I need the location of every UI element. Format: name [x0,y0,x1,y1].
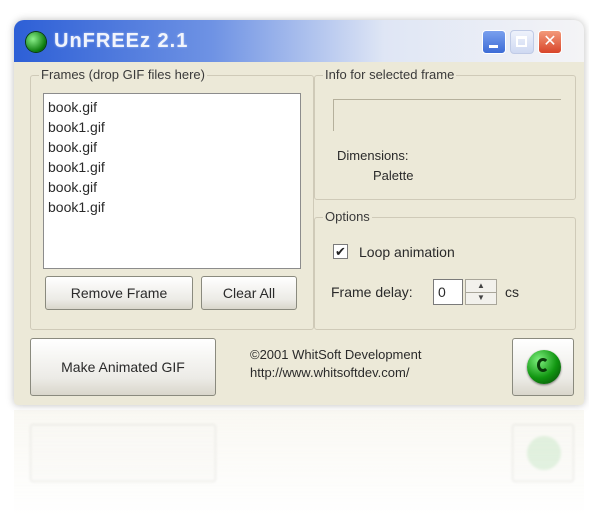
minimize-icon [489,45,498,48]
window-reflection [14,410,584,517]
remove-frame-button[interactable]: Remove Frame [45,276,193,310]
close-button[interactable]: ✕ [538,30,562,54]
list-item[interactable]: book.gif [48,97,296,117]
frame-delay-spinner[interactable]: ▲ ▼ [465,279,497,305]
make-animated-gif-button[interactable]: Make Animated GIF [30,338,216,396]
delay-unit-label: cs [505,284,519,300]
unfreez-window: UnFREEz 2.1 ✕ Frames (drop GIF files her… [14,20,584,405]
list-item[interactable]: book.gif [48,177,296,197]
go-icon [527,350,561,384]
maximize-button[interactable] [510,30,534,54]
frame-preview-area [333,99,561,131]
copyright-text: ©2001 WhitSoft Development http://www.wh… [250,346,421,382]
list-item[interactable]: book1.gif [48,117,296,137]
info-group: Info for selected frame Dimensions: Pale… [314,67,576,200]
options-group: Options ✔ Loop animation Frame delay: 0 … [314,209,576,330]
reflected-go-button [512,424,574,482]
reflected-make-button [30,424,216,482]
reflected-go-icon [527,436,561,470]
options-group-label: Options [323,209,372,224]
app-icon [26,32,46,52]
frames-listbox[interactable]: book.gif book1.gif book.gif book1.gif bo… [43,93,301,269]
dimensions-label: Dimensions: [337,148,409,163]
palette-label: Palette [373,168,414,183]
frame-delay-label: Frame delay: [331,284,413,300]
clear-all-button[interactable]: Clear All [201,276,297,310]
list-item[interactable]: book1.gif [48,157,296,177]
frames-group: Frames (drop GIF files here) book.gif bo… [30,67,314,330]
frames-group-label: Frames (drop GIF files here) [39,67,207,82]
spin-down-icon[interactable]: ▼ [466,292,496,304]
loop-animation-checkbox[interactable]: ✔ [333,244,348,259]
list-item[interactable]: book1.gif [48,197,296,217]
close-icon: ✕ [543,33,557,50]
list-item[interactable]: book.gif [48,137,296,157]
reflection-content [14,410,584,502]
go-button[interactable] [512,338,574,396]
info-group-label: Info for selected frame [323,67,457,82]
copyright-line: ©2001 WhitSoft Development [250,347,422,362]
loop-animation-label[interactable]: Loop animation [359,244,455,260]
frame-delay-input[interactable]: 0 [433,279,463,305]
window-title: UnFREEz 2.1 [54,30,189,52]
maximize-icon [516,36,527,47]
minimize-button[interactable] [482,30,506,54]
title-bar[interactable]: UnFREEz 2.1 ✕ [14,20,584,62]
website-link[interactable]: http://www.whitsoftdev.com/ [250,364,421,382]
